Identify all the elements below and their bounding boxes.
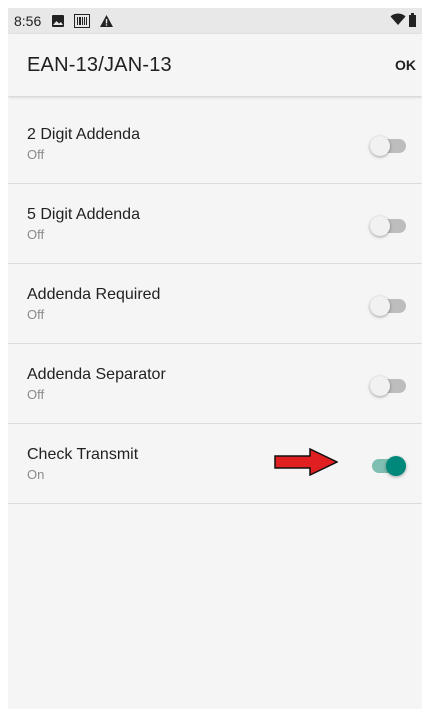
- app-bar: EAN-13/JAN-13 OK: [8, 34, 422, 96]
- setting-label: Addenda Required: [27, 285, 161, 303]
- setting-label: 2 Digit Addenda: [27, 125, 140, 143]
- setting-addenda-required[interactable]: Addenda Required Off: [8, 264, 422, 344]
- setting-summary: Off: [27, 146, 45, 162]
- setting-summary: On: [27, 466, 45, 482]
- red-arrow-annotation-icon: [274, 448, 338, 476]
- setting-label: Check Transmit: [27, 445, 139, 463]
- wifi-icon: [390, 13, 406, 29]
- setting-summary: Off: [27, 306, 45, 322]
- battery-icon: [408, 12, 416, 30]
- settings-list: 2 Digit Addenda Off 5 Digit Addenda Off …: [8, 104, 422, 504]
- page-title: EAN-13/JAN-13: [27, 53, 172, 76]
- toggle-switch[interactable]: [370, 132, 406, 156]
- toggle-switch[interactable]: [370, 372, 406, 396]
- screen: 8:56 EAN-13/JAN-13 OK 2 Digit Addenda Of…: [8, 8, 422, 709]
- toggle-switch[interactable]: [370, 452, 406, 476]
- status-bar: 8:56: [8, 8, 422, 34]
- warning-notification-icon: [99, 14, 114, 28]
- setting-check-transmit[interactable]: Check Transmit On: [8, 424, 422, 504]
- setting-label: Addenda Separator: [27, 365, 166, 383]
- setting-summary: Off: [27, 386, 45, 402]
- setting-addenda-separator[interactable]: Addenda Separator Off: [8, 344, 422, 424]
- setting-label: 5 Digit Addenda: [27, 205, 140, 223]
- setting-5-digit-addenda[interactable]: 5 Digit Addenda Off: [8, 184, 422, 264]
- image-notification-icon: [51, 14, 65, 28]
- toggle-switch[interactable]: [370, 292, 406, 316]
- setting-2-digit-addenda[interactable]: 2 Digit Addenda Off: [8, 104, 422, 184]
- status-time: 8:56: [14, 13, 42, 29]
- setting-summary: Off: [27, 226, 45, 242]
- barcode-notification-icon: [74, 14, 91, 28]
- ok-button[interactable]: OK: [385, 49, 416, 81]
- toggle-switch[interactable]: [370, 212, 406, 236]
